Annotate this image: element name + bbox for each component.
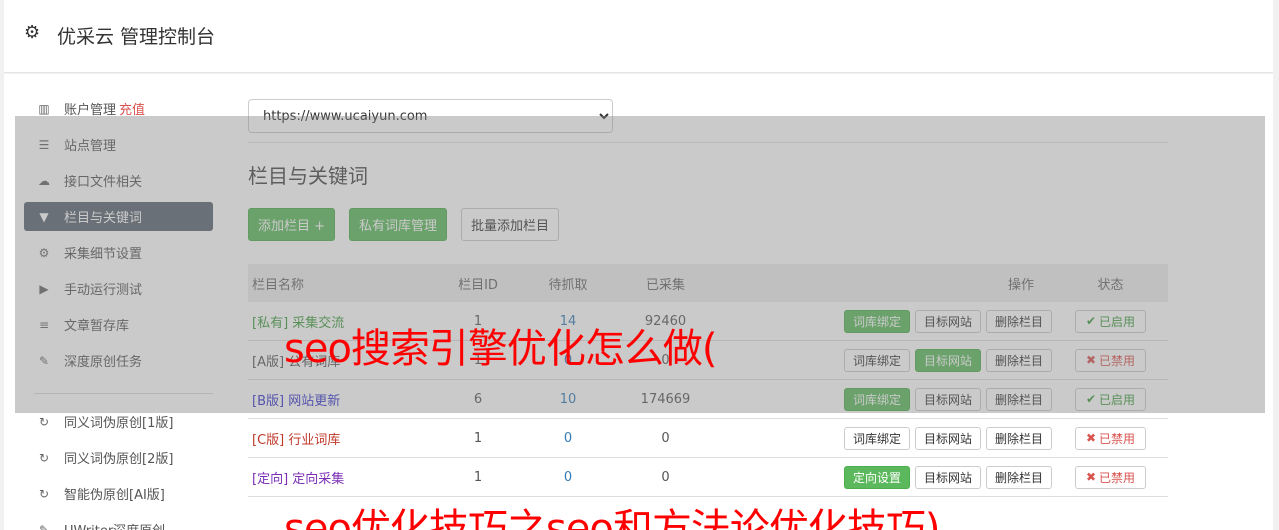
- watermark-line-2: seo优化技巧之seo和方法论优化技巧): [284, 506, 940, 530]
- sidebar-item[interactable]: ✎ UWriter深度原创: [24, 515, 213, 530]
- pending-count: 0: [563, 430, 573, 446]
- watermark-line-1: seo搜索引擎优化怎么做(: [284, 326, 718, 372]
- column-title: 定向采集: [292, 471, 345, 487]
- lexicon-bind-button[interactable]: 词库绑定: [843, 426, 910, 450]
- collected-count: 0: [661, 469, 670, 485]
- refresh-icon: ↻: [38, 450, 50, 465]
- column-id: 1: [473, 430, 483, 446]
- column-name[interactable]: [C版] 行业词库: [248, 429, 428, 448]
- column-tag: [C版]: [252, 432, 285, 448]
- edit-icon: ✎: [38, 522, 50, 530]
- status-toggle[interactable]: ✖ 已禁用: [1074, 465, 1147, 489]
- refresh-icon: ↻: [38, 414, 50, 429]
- bar-chart-icon: ▥: [38, 101, 50, 116]
- delete-column-button[interactable]: 删除栏目: [986, 465, 1053, 489]
- column-title: 行业词库: [288, 432, 341, 448]
- status-toggle[interactable]: ✖ 已禁用: [1074, 426, 1147, 450]
- pending-count: 0: [563, 469, 573, 485]
- sidebar-item-label: 智能伪原创[AI版]: [64, 488, 165, 503]
- target-site-button[interactable]: 目标网站: [914, 465, 981, 489]
- lexicon-bind-button[interactable]: 定向设置: [843, 465, 910, 489]
- column-tag: [定向]: [252, 471, 289, 487]
- page-title: 优采云 管理控制台: [57, 26, 216, 48]
- cross-icon: ✖: [1085, 470, 1097, 484]
- status-label: 已禁用: [1099, 470, 1136, 485]
- table-row: [C版] 行业词库 1 0 0 词库绑定 目标网站 删除栏目 ✖ 已禁用: [248, 419, 1168, 458]
- app-header: ⚙ 优采云 管理控制台: [4, 0, 1273, 73]
- target-site-button[interactable]: 目标网站: [914, 426, 981, 450]
- sidebar-item-label: 同义词伪原创[2版]: [64, 452, 174, 467]
- sidebar-item[interactable]: ↻ 同义词伪原创[2版]: [24, 443, 213, 472]
- collected-count: 0: [661, 430, 670, 446]
- cross-icon: ✖: [1085, 431, 1097, 445]
- sidebar-item[interactable]: ↻ 智能伪原创[AI版]: [24, 479, 213, 508]
- gear-icon: ⚙: [24, 22, 41, 43]
- status-label: 已禁用: [1099, 431, 1136, 446]
- sidebar-item-label: UWriter深度原创: [64, 520, 165, 530]
- sidebar-item-label: 同义词伪原创[1版]: [64, 416, 174, 431]
- column-id: 1: [473, 469, 483, 485]
- delete-column-button[interactable]: 删除栏目: [986, 426, 1053, 450]
- table-row: [定向] 定向采集 1 0 0 定向设置 目标网站 删除栏目 ✖ 已禁用: [248, 458, 1168, 497]
- column-name[interactable]: [定向] 定向采集: [248, 468, 428, 487]
- refresh-icon: ↻: [38, 486, 50, 501]
